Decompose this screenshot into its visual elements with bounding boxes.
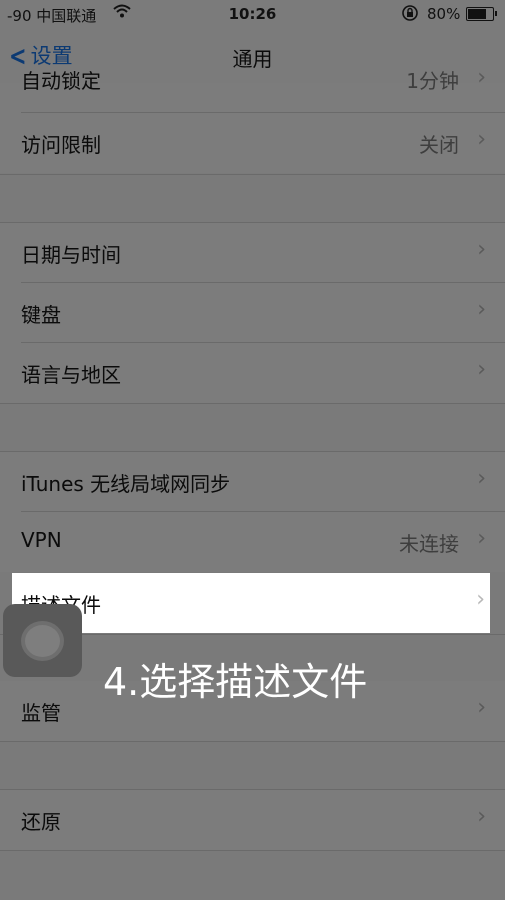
list-item-keyboard[interactable]: 键盘 › [0,283,505,343]
list-item-vpn[interactable]: VPN 未连接 › [0,512,505,572]
rotation-lock-icon [401,4,419,26]
list-item-profile[interactable]: 描述文件 › [12,573,490,633]
group-divider [0,403,505,404]
chevron-right-icon: › [477,237,486,262]
list-item-auto-lock[interactable]: 自动锁定 1分钟 › [0,65,505,113]
battery-icon [466,7,497,21]
cell-label: 自动锁定 [21,69,101,93]
assistive-touch-button[interactable] [3,604,82,677]
list-item-reset[interactable]: 还原 › [0,790,505,850]
cell-label: 语言与地区 [21,363,121,387]
cell-label: 访问限制 [21,133,101,157]
cell-detail: 未连接 [399,532,459,556]
list-item-date-time[interactable]: 日期与时间 › [0,223,505,283]
cell-label: iTunes 无线局域网同步 [21,472,231,496]
cell-detail: 关闭 [419,133,459,157]
chevron-right-icon: › [477,466,486,491]
chevron-right-icon: › [477,804,486,829]
chevron-right-icon: › [477,127,486,152]
status-bar: -90 中国联通 10:26 80% [0,0,505,30]
chevron-right-icon: › [477,297,486,322]
battery-fill [468,9,487,19]
cell-label: VPN [21,528,62,552]
chevron-right-icon: › [477,357,486,382]
group-divider [0,741,505,742]
assistive-touch-icon [21,621,64,661]
tutorial-caption: 4.选择描述文件 [103,660,368,704]
group-divider [0,850,505,851]
battery-percent: 80% [427,5,461,23]
group-divider [0,174,505,175]
chevron-right-icon: › [477,65,486,90]
list-item-itunes-sync[interactable]: iTunes 无线局域网同步 › [0,452,505,512]
chevron-right-icon: › [477,695,486,720]
cell-label: 日期与时间 [21,243,121,267]
cell-label: 键盘 [21,303,61,327]
cell-detail: 1分钟 [406,69,459,93]
cell-label: 监管 [21,701,61,725]
chevron-right-icon: › [476,587,485,612]
cell-label: 还原 [21,810,61,834]
chevron-right-icon: › [477,526,486,551]
list-item-language-region[interactable]: 语言与地区 › [0,343,505,403]
list-item-restrictions[interactable]: 访问限制 关闭 › [0,113,505,173]
